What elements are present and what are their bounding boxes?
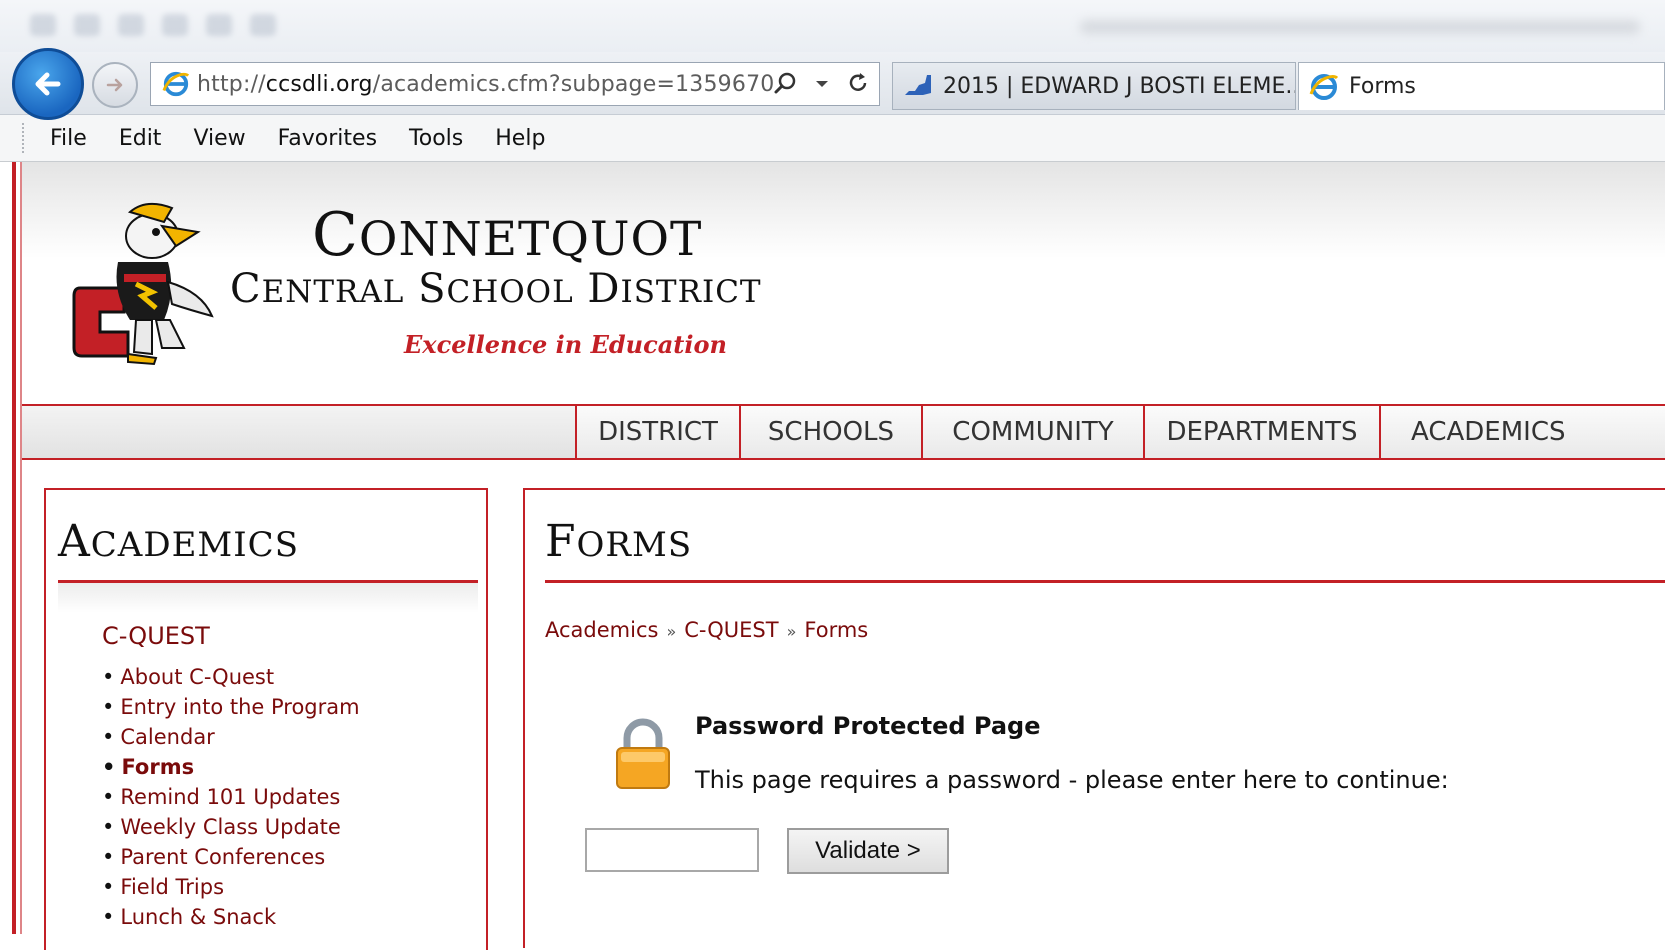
- nav-community[interactable]: COMMUNITY: [921, 406, 1143, 458]
- sidebar-item-about-cquest[interactable]: About C-Quest: [102, 662, 360, 692]
- sidebar-item-remind-101[interactable]: Remind 101 Updates: [102, 782, 360, 812]
- menu-grip: [22, 123, 26, 153]
- password-input[interactable]: [585, 828, 759, 872]
- sidebar-item-calendar[interactable]: Calendar: [102, 722, 360, 752]
- protected-title: Password Protected Page: [695, 712, 1041, 740]
- sidebar-item-lunch-snack[interactable]: Lunch & Snack: [102, 902, 360, 932]
- title-divider: [545, 580, 1665, 583]
- subtitle-rest: ISTRICT: [620, 274, 762, 310]
- nav-district[interactable]: DISTRICT: [575, 406, 739, 458]
- subtitle-initial: D: [587, 266, 621, 312]
- eagle-mascot-logo[interactable]: [72, 192, 232, 370]
- page-title: FORMS: [545, 516, 692, 567]
- tagline: Excellence in Education: [404, 330, 727, 359]
- sidebar-title: ACADEMICS: [58, 516, 299, 567]
- address-scheme: http://: [197, 71, 266, 97]
- sidebar-title-initial: A: [58, 516, 91, 567]
- sidebar-group-cquest[interactable]: C-QUEST: [102, 622, 210, 650]
- page-title-rest: ORMS: [576, 525, 693, 565]
- menu-edit[interactable]: Edit: [119, 126, 162, 151]
- lock-icon: [616, 718, 670, 789]
- quick-access-toolbar: [30, 14, 360, 36]
- nav-departments[interactable]: DEPARTMENTS: [1143, 406, 1379, 458]
- protected-message: This page requires a password - please e…: [695, 766, 1449, 794]
- window-titlebar: [0, 0, 1665, 60]
- breadcrumb-separator: »: [786, 622, 797, 641]
- district-name-initial: C: [312, 200, 359, 270]
- sidebar-item-forms[interactable]: Forms: [102, 752, 360, 782]
- sidebar-item-weekly-class-update[interactable]: Weekly Class Update: [102, 812, 360, 842]
- tab-label: Forms: [1349, 74, 1416, 99]
- validate-button[interactable]: Validate >: [787, 828, 949, 874]
- breadcrumb-academics[interactable]: Academics: [545, 618, 658, 642]
- subtitle-rest: CHOOL: [446, 274, 574, 310]
- breadcrumb-forms[interactable]: Forms: [804, 618, 868, 642]
- sidebar-title-rest: CADEMICS: [90, 525, 299, 565]
- ie-icon: [1309, 73, 1339, 100]
- address-path: /academics.cfm?subpage=1359670: [372, 71, 775, 97]
- back-arrow-icon: [35, 72, 61, 96]
- district-name[interactable]: CONNETQUOT: [312, 200, 702, 270]
- dropdown-arrow-icon[interactable]: [809, 70, 835, 96]
- subtitle-rest: ENTRAL: [261, 274, 405, 310]
- tab-label: 2015 | EDWARD J BOSTI ELEME...: [943, 73, 1296, 99]
- menu-view[interactable]: View: [193, 126, 245, 151]
- menu-bar: File Edit View Favorites Tools Help: [0, 115, 1665, 162]
- main-navigation: DISTRICT SCHOOLS COMMUNITY DEPARTMENTS A…: [22, 404, 1665, 460]
- sidebar-item-field-trips[interactable]: Field Trips: [102, 872, 360, 902]
- nav-schools[interactable]: SCHOOLS: [739, 406, 921, 458]
- district-subtitle: CENTRAL SCHOOL DISTRICT: [230, 266, 762, 312]
- forward-button[interactable]: [92, 62, 138, 108]
- menu-tools[interactable]: Tools: [409, 126, 463, 151]
- district-name-rest: ONNETQUOT: [358, 212, 703, 267]
- window-title: [1080, 20, 1640, 34]
- sidebar-item-parent-conferences[interactable]: Parent Conferences: [102, 842, 360, 872]
- back-button[interactable]: [12, 48, 84, 120]
- site-header: CONNETQUOT CENTRAL SCHOOL DISTRICT Excel…: [22, 162, 1665, 404]
- menu-file[interactable]: File: [50, 126, 87, 151]
- menu-favorites[interactable]: Favorites: [278, 126, 377, 151]
- menu-help[interactable]: Help: [495, 126, 545, 151]
- breadcrumb: Academics » C-QUEST » Forms: [545, 618, 868, 642]
- address-url[interactable]: http://ccsdli.org/academics.cfm?subpage=…: [197, 72, 774, 97]
- ie-icon: [161, 69, 191, 99]
- main-content: FORMS Academics » C-QUEST » Forms Password P…: [523, 488, 1665, 948]
- sidebar-shade: [58, 583, 478, 613]
- tab-edward-j-bosti[interactable]: 2015 | EDWARD J BOSTI ELEME...: [892, 62, 1296, 110]
- subtitle-initial: S: [418, 266, 447, 312]
- breadcrumb-cquest[interactable]: C-QUEST: [684, 618, 778, 642]
- address-domain: ccsdli.org: [265, 71, 373, 97]
- tab-forms[interactable]: Forms: [1298, 62, 1665, 110]
- breadcrumb-separator: »: [666, 622, 677, 641]
- nav-academics[interactable]: ACADEMICS: [1379, 406, 1665, 458]
- ny-state-icon: [905, 75, 931, 95]
- page-border: [12, 162, 16, 934]
- sidebar-item-entry-program[interactable]: Entry into the Program: [102, 692, 359, 722]
- page-title-initial: F: [545, 516, 577, 567]
- search-icon[interactable]: [773, 70, 799, 96]
- address-tools: [773, 70, 871, 96]
- address-bar[interactable]: http://ccsdli.org/academics.cfm?subpage=…: [150, 62, 880, 106]
- sidebar-list: About C-Quest Entry into the Program Cal…: [102, 662, 360, 932]
- forward-arrow-icon: [106, 78, 123, 92]
- refresh-icon[interactable]: [845, 70, 871, 96]
- sidebar-panel: ACADEMICS C-QUEST About C-Quest Entry in…: [44, 488, 488, 948]
- subtitle-initial: C: [230, 266, 262, 312]
